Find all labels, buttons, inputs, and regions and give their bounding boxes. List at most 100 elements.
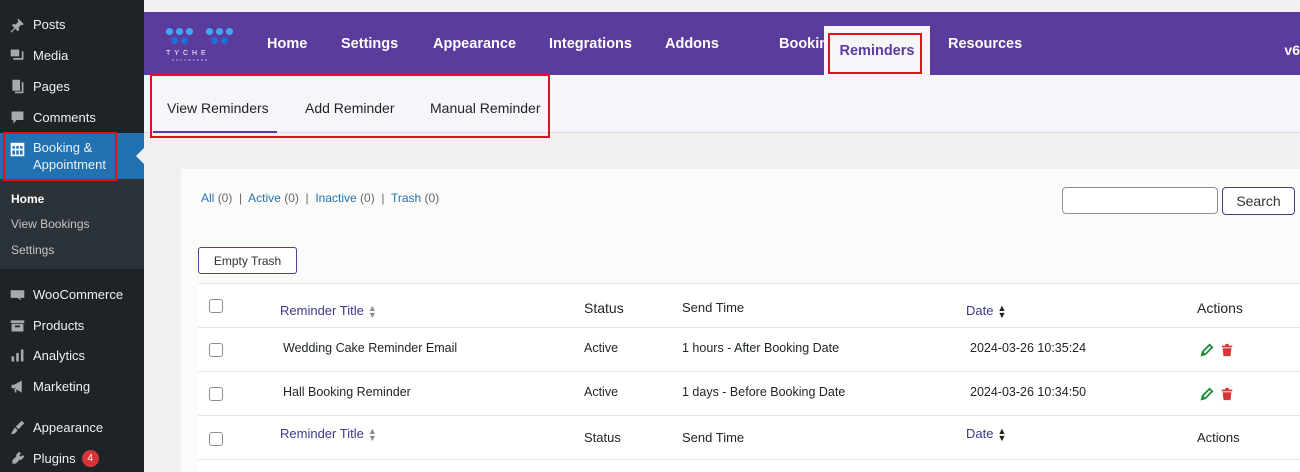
sidebar-item-pages[interactable]: Pages [0,71,144,101]
sidebar-item-label: Booking & Appointment [33,140,106,172]
edit-icon[interactable] [1200,387,1214,401]
sidebar-item-label: Marketing [33,378,91,394]
active-tab-underline [153,131,277,133]
tab-view-reminders[interactable]: View Reminders [167,100,269,116]
admin-sidebar: Posts Media Pages Comments Booking & App… [0,0,144,472]
sidebar-item-label: WooCommerce [33,286,124,302]
logo-wordmark: TYCHE [166,50,210,57]
column-status: Status [584,430,621,445]
search-input[interactable] [1062,187,1218,214]
sidebar-item-posts[interactable]: Posts [0,9,144,39]
sidebar-item-media[interactable]: Media [0,40,144,70]
topnav-integrations[interactable]: Integrations [549,12,632,75]
sidebar-item-comments[interactable]: Comments [0,102,144,132]
reminder-title: Wedding Cake Reminder Email [283,341,458,355]
table-row: Hall Booking Reminder Active 1 days - Be… [198,372,1300,416]
reminder-send-time: 1 hours - After Booking Date [682,341,840,355]
sidebar-item-label: Pages [33,78,70,94]
tab-add-reminder[interactable]: Add Reminder [305,100,395,116]
box-icon [7,315,27,335]
sidebar-item-marketing[interactable]: Marketing [0,371,144,401]
submenu-home[interactable]: Home [11,192,44,206]
filter-trash[interactable]: Trash [391,191,421,205]
sidebar-item-label: Analytics [33,347,86,363]
row-checkbox[interactable] [209,343,223,357]
topnav-addons[interactable]: Addons [665,12,719,75]
reminder-status: Active [584,385,619,399]
logo-subtitle: SOFTWARES [172,58,209,62]
sidebar-item-label: Posts [33,16,66,32]
pages-icon [7,76,27,96]
booking-submenu: Home View Bookings Settings [0,179,144,269]
table-footer: Reminder Title ▲ ▼ Status Send Time Date ▲ ▼… [198,416,1300,460]
topnav-reminders[interactable]: Reminders [824,26,930,75]
topnav-home[interactable]: Home [267,12,307,75]
select-all-checkbox[interactable] [209,299,223,313]
sidebar-item-woocommerce[interactable]: WooCommerce [0,279,144,309]
sort-icon: ▲ ▼ [367,302,377,320]
column-date[interactable]: Date ▲ ▼ [966,426,1006,442]
sidebar-item-label: Products [33,317,85,333]
reminders-panel: All (0) | Active (0) | Inactive (0) | Tr… [181,169,1300,472]
status-filters: All (0) | Active (0) | Inactive (0) | Tr… [201,191,440,205]
reminder-subtabs: View Reminders Add Reminder Manual Remin… [144,75,1300,133]
filter-all[interactable]: All [201,191,214,205]
sidebar-item-booking-appointment[interactable]: Booking & Appointment [0,133,144,179]
column-actions: Actions [1197,300,1243,316]
column-date[interactable]: Date ▲ ▼ [966,303,1006,319]
plugin-update-badge: 4 [81,449,99,467]
sort-icon: ▲ ▼ [367,425,377,443]
table-row: Wedding Cake Reminder Email Active 1 hou… [198,328,1300,372]
delete-icon[interactable] [1220,343,1234,357]
row-checkbox[interactable] [209,387,223,401]
edit-icon[interactable] [1200,343,1214,357]
reminder-date: 2024-03-26 10:34:50 [970,385,1087,399]
sidebar-item-label: Media [33,47,69,63]
woo-icon [7,284,27,304]
tab-manual-reminder[interactable]: Manual Reminder [430,100,541,116]
sidebar-item-label: Appearance [33,419,104,435]
delete-icon[interactable] [1220,387,1234,401]
column-actions: Actions [1197,430,1240,445]
reminder-title: Hall Booking Reminder [283,385,411,399]
topnav-appearance[interactable]: Appearance [433,12,516,75]
topnav-settings[interactable]: Settings [341,12,398,75]
sidebar-item-plugins[interactable]: Plugins 4 [0,443,144,472]
version-label: v6 [1284,42,1300,58]
sidebar-item-analytics[interactable]: Analytics [0,340,144,370]
empty-trash-button[interactable]: Empty Trash [198,247,297,274]
submenu-view-bookings[interactable]: View Bookings [11,217,90,231]
comment-icon [7,107,27,127]
sidebar-item-label: Plugins [33,450,76,466]
select-all-checkbox-footer[interactable] [209,432,223,446]
reminder-date: 2024-03-26 10:35:24 [970,341,1087,355]
sidebar-item-label: Comments [33,109,96,125]
table-header: Reminder Title ▲ ▼ Status Send Time Date ▲ ▼… [198,284,1300,328]
reminders-table: Reminder Title ▲ ▼ Status Send Time Date ▲ ▼… [198,283,1300,472]
reminder-send-time: 1 days - Before Booking Date [682,385,846,399]
brush-icon [7,417,27,437]
sidebar-item-appearance[interactable]: Appearance [0,412,144,442]
plug-icon [7,448,27,468]
tyche-logo: TYCHE SOFTWARES [166,28,236,64]
pin-icon [7,14,27,34]
megaphone-icon [7,376,27,396]
submenu-settings[interactable]: Settings [11,243,54,257]
column-reminder-title[interactable]: Reminder Title ▲ ▼ [280,303,377,319]
plugin-header: TYCHE SOFTWARES Home Settings Appearance… [144,12,1300,75]
column-reminder-title[interactable]: Reminder Title ▲ ▼ [280,426,377,442]
calendar-grid-icon [7,139,27,159]
bar-chart-icon [7,345,27,365]
column-status: Status [584,300,624,316]
topnav-resources[interactable]: Resources [948,12,1022,75]
media-icon [7,45,27,65]
filter-active[interactable]: Active [248,191,281,205]
filter-inactive[interactable]: Inactive [315,191,356,205]
sort-desc-icon: ▲ ▼ [997,302,1007,320]
sidebar-item-products[interactable]: Products [0,310,144,340]
search-button[interactable]: Search [1222,187,1295,215]
sort-desc-icon: ▲ ▼ [997,425,1007,443]
reminder-status: Active [584,341,619,355]
column-send-time: Send Time [682,300,745,315]
column-send-time: Send Time [682,430,745,445]
